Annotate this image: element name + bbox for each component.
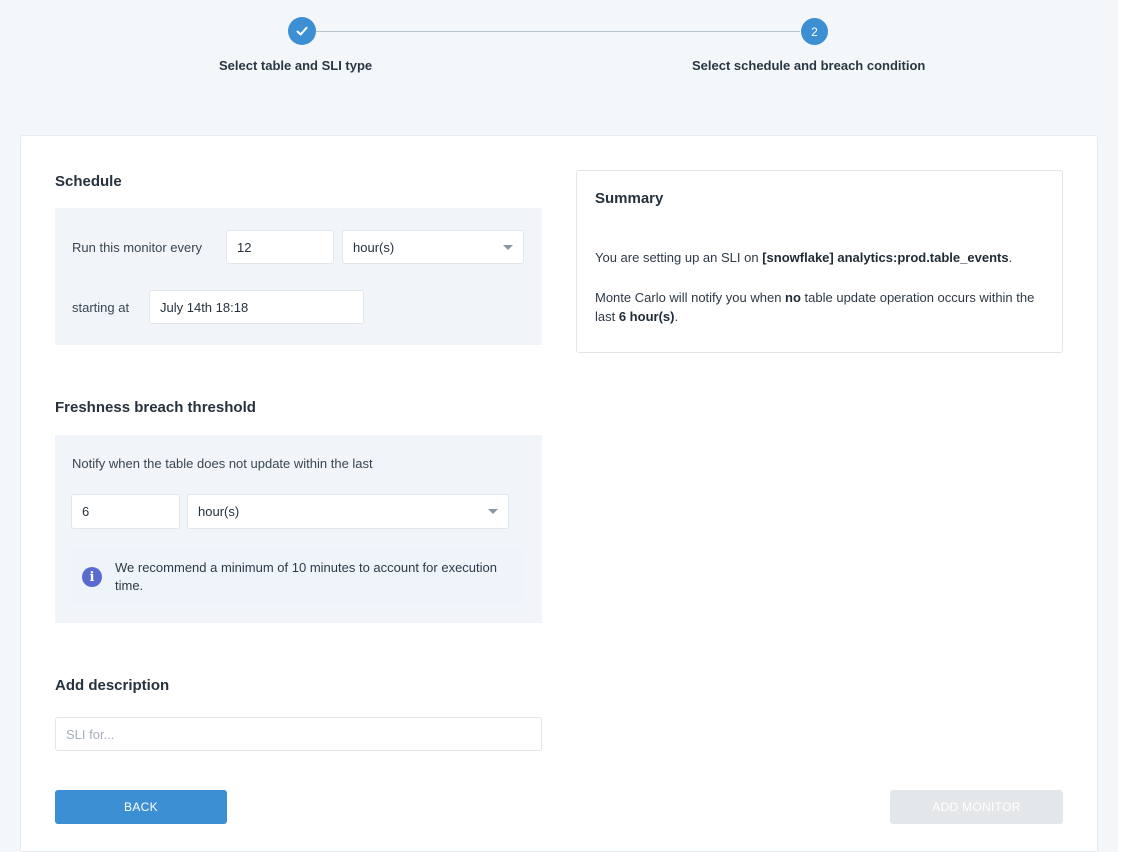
- chevron-down-icon: [488, 509, 498, 514]
- threshold-unit-value: hour(s): [198, 504, 240, 519]
- summary-panel: Summary You are setting up an SLI on [sn…: [576, 170, 1063, 353]
- step-2-number[interactable]: 2: [801, 18, 828, 45]
- threshold-value-input[interactable]: 6: [71, 494, 180, 529]
- run-monitor-label: Run this monitor every: [72, 240, 203, 255]
- add-monitor-button[interactable]: ADD MONITOR: [890, 790, 1063, 824]
- check-icon: [296, 26, 308, 36]
- recommendation-text: We recommend a minimum of 10 minutes to …: [115, 560, 497, 593]
- summary-line1-prefix: You are setting up an SLI on: [595, 250, 763, 265]
- summary-notify-line: Monte Carlo will notify you when no tabl…: [595, 288, 1050, 326]
- summary-no-word: no: [785, 290, 801, 305]
- summary-sli-line: You are setting up an SLI on [snowflake]…: [595, 248, 1050, 267]
- chevron-down-icon: [503, 244, 513, 250]
- starting-at-label: starting at: [72, 300, 130, 315]
- schedule-panel: [55, 208, 542, 345]
- interval-value-input[interactable]: 12: [226, 230, 334, 264]
- summary-table-name: [snowflake] analytics:prod.table_events: [762, 250, 1009, 265]
- summary-threshold: 6 hour(s): [618, 309, 675, 324]
- notify-label: Notify when the table does not update wi…: [72, 456, 373, 471]
- summary-line2-prefix: Monte Carlo will notify you when: [595, 290, 786, 305]
- starting-at-input[interactable]: July 14th 18:18: [149, 290, 364, 324]
- summary-title: Summary: [595, 190, 664, 207]
- freshness-title: Freshness breach threshold: [55, 399, 256, 416]
- recommendation-info-box: i We recommend a minimum of 10 minutes t…: [71, 548, 523, 604]
- step-1-label[interactable]: Select table and SLI type: [219, 58, 372, 73]
- interval-unit-value: hour(s): [353, 239, 395, 255]
- threshold-unit-select[interactable]: hour(s): [187, 494, 509, 529]
- step-2-label[interactable]: Select schedule and breach condition: [692, 58, 925, 73]
- info-icon: i: [82, 567, 102, 587]
- description-title: Add description: [55, 677, 170, 694]
- back-button[interactable]: BACK: [55, 790, 227, 824]
- interval-unit-select[interactable]: hour(s): [342, 230, 524, 264]
- stepper-connector: [316, 31, 800, 32]
- summary-line2-suffix: .: [674, 309, 679, 324]
- step-1-complete-check-icon[interactable]: [288, 17, 316, 45]
- summary-line1-suffix: .: [1008, 250, 1013, 265]
- schedule-title: Schedule: [55, 173, 122, 190]
- description-input[interactable]: SLI for...: [55, 717, 542, 751]
